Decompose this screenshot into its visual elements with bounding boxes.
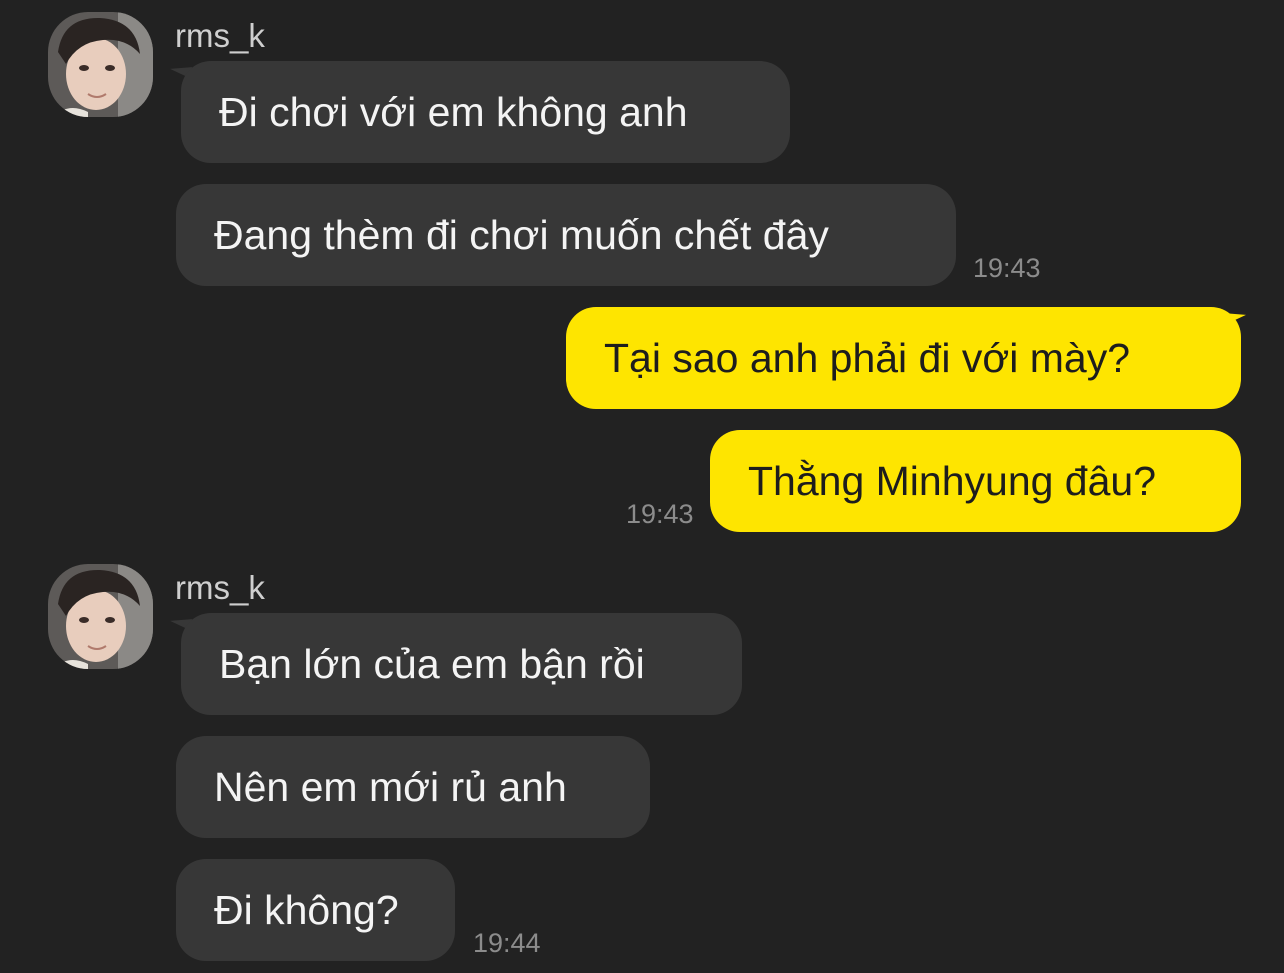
sender-avatar[interactable] bbox=[48, 564, 153, 669]
message-timestamp: 19:43 bbox=[973, 253, 1041, 283]
sender-avatar[interactable] bbox=[48, 12, 153, 117]
profile-photo-icon bbox=[48, 12, 153, 117]
message-bubble[interactable]: Đang thèm đi chơi muốn chết đây bbox=[176, 184, 956, 286]
message-timestamp: 19:44 bbox=[473, 928, 541, 958]
message-bubble[interactable]: Bạn lớn của em bận rồi bbox=[181, 613, 742, 715]
message-bubble[interactable]: Đi không? bbox=[176, 859, 455, 961]
sender-name: rms_k bbox=[175, 17, 265, 54]
sender-name: rms_k bbox=[175, 569, 265, 606]
message-bubble[interactable]: Nên em mới rủ anh bbox=[176, 736, 650, 838]
message-bubble[interactable]: Thằng Minhyung đâu? bbox=[710, 430, 1241, 532]
message-timestamp: 19:43 bbox=[626, 499, 694, 529]
profile-photo-icon bbox=[48, 564, 153, 669]
message-bubble[interactable]: Tại sao anh phải đi với mày? bbox=[566, 307, 1241, 409]
message-bubble[interactable]: Đi chơi với em không anh bbox=[181, 61, 790, 163]
